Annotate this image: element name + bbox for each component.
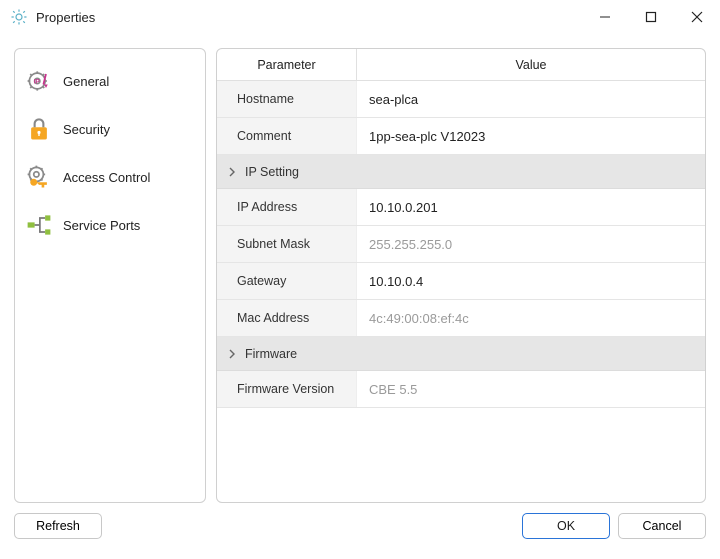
sidebar-item-label: General — [63, 74, 109, 89]
key-gear-icon — [25, 163, 53, 191]
param-label: IP Address — [217, 189, 357, 225]
param-value[interactable]: 255.255.255.0 — [357, 226, 705, 262]
param-label: Subnet Mask — [217, 226, 357, 262]
section-header-ip-setting[interactable]: IP Setting — [217, 155, 705, 189]
titlebar: Properties — [0, 0, 720, 34]
grid-row[interactable]: Hostname sea-plca — [217, 81, 705, 118]
sidebar-item-label: Security — [63, 122, 110, 137]
column-header-value[interactable]: Value — [357, 49, 705, 80]
grid-row[interactable]: Comment 1pp-sea-plc V12023 — [217, 118, 705, 155]
grid-row[interactable]: Mac Address 4c:49:00:08:ef:4c — [217, 300, 705, 337]
maximize-button[interactable] — [628, 2, 674, 32]
sidebar-item-service-ports[interactable]: Service Ports — [15, 201, 205, 249]
section-title: IP Setting — [245, 165, 299, 179]
param-label: Firmware Version — [217, 371, 357, 407]
sidebar-item-security[interactable]: Security — [15, 105, 205, 153]
general-icon: IP — [25, 67, 53, 95]
param-label: Mac Address — [217, 300, 357, 336]
window-title: Properties — [36, 10, 95, 25]
chevron-right-icon — [225, 347, 239, 361]
property-grid: Parameter Value Hostname sea-plca Commen… — [216, 48, 706, 503]
param-value[interactable]: 10.10.0.4 — [357, 263, 705, 299]
param-value[interactable]: 1pp-sea-plc V12023 — [357, 118, 705, 154]
param-value[interactable]: CBE 5.5 — [357, 371, 705, 407]
sidebar-item-label: Access Control — [63, 170, 150, 185]
chevron-right-icon — [225, 165, 239, 179]
grid-row[interactable]: Gateway 10.10.0.4 — [217, 263, 705, 300]
sidebar-item-general[interactable]: IP General — [15, 57, 205, 105]
section-title: Firmware — [245, 347, 297, 361]
param-label: Hostname — [217, 81, 357, 117]
ok-button[interactable]: OK — [522, 513, 610, 539]
grid-row[interactable]: IP Address 10.10.0.201 — [217, 189, 705, 226]
refresh-button[interactable]: Refresh — [14, 513, 102, 539]
grid-row[interactable]: Firmware Version CBE 5.5 — [217, 371, 705, 408]
body: IP General Security — [0, 34, 720, 503]
param-value[interactable]: 10.10.0.201 — [357, 189, 705, 225]
footer: Refresh OK Cancel — [0, 503, 720, 559]
ports-icon — [25, 211, 53, 239]
sidebar-item-label: Service Ports — [63, 218, 140, 233]
sidebar: IP General Security — [14, 48, 206, 503]
minimize-button[interactable] — [582, 2, 628, 32]
cancel-button[interactable]: Cancel — [618, 513, 706, 539]
grid-row[interactable]: Subnet Mask 255.255.255.0 — [217, 226, 705, 263]
sidebar-item-access-control[interactable]: Access Control — [15, 153, 205, 201]
param-label: Comment — [217, 118, 357, 154]
app-gear-icon — [10, 8, 28, 26]
lock-icon — [25, 115, 53, 143]
param-value[interactable]: 4c:49:00:08:ef:4c — [357, 300, 705, 336]
section-header-firmware[interactable]: Firmware — [217, 337, 705, 371]
param-label: Gateway — [217, 263, 357, 299]
column-header-parameter[interactable]: Parameter — [217, 49, 357, 80]
grid-header: Parameter Value — [217, 49, 705, 81]
svg-text:IP: IP — [34, 79, 40, 86]
window: Properties IP — [0, 0, 720, 559]
param-value[interactable]: sea-plca — [357, 81, 705, 117]
close-button[interactable] — [674, 2, 720, 32]
